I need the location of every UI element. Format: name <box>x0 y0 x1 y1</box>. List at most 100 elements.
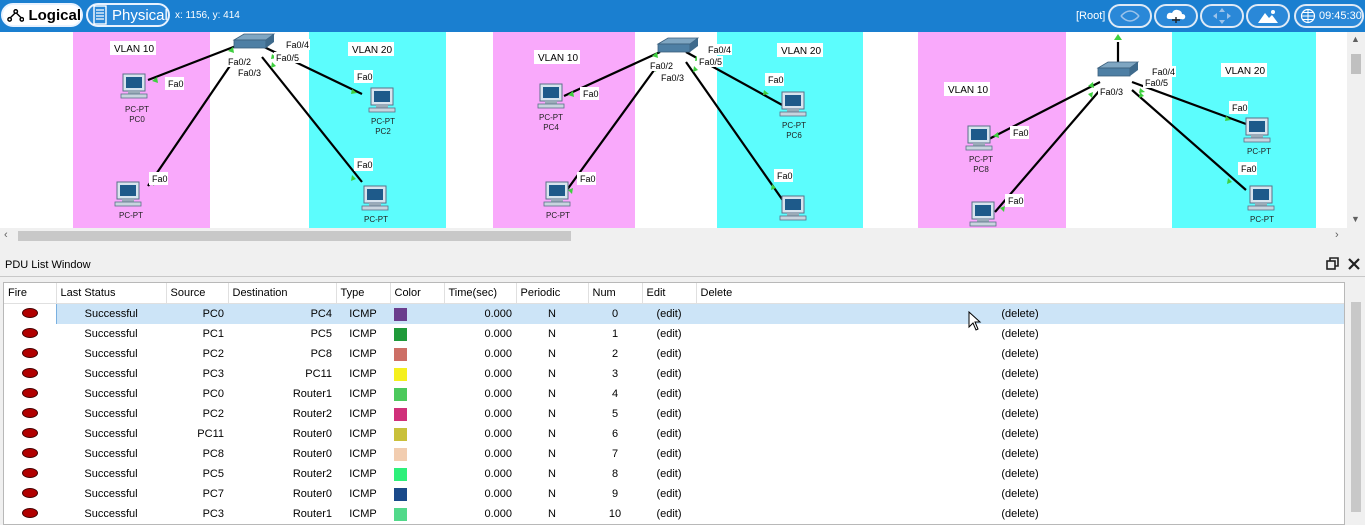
scroll-up-icon[interactable]: ▲ <box>1351 34 1360 44</box>
delete-link[interactable]: (delete) <box>696 384 1344 404</box>
fire-cell[interactable] <box>4 384 56 404</box>
edit-link[interactable]: (edit) <box>642 324 696 344</box>
edit-link[interactable]: (edit) <box>642 504 696 524</box>
column-header[interactable]: Delete <box>696 283 1344 304</box>
scroll-thumb[interactable] <box>1351 302 1361 512</box>
fire-cell[interactable] <box>4 424 56 444</box>
table-row[interactable]: Successful PC0 PC4 ICMP 0.000 N 0 (edit) (delete… <box>4 303 1344 324</box>
scroll-left-icon[interactable]: ‹ <box>4 229 8 241</box>
column-header[interactable]: Type <box>336 283 391 304</box>
tab-physical[interactable]: Physical <box>86 3 170 27</box>
fire-cell[interactable] <box>4 484 56 504</box>
table-row[interactable]: Successful PC1 PC5 ICMP 0.000 N 1 (edit) (delete… <box>4 324 1344 344</box>
delete-link[interactable]: (delete) <box>696 324 1344 344</box>
column-header[interactable]: Fire <box>4 283 57 304</box>
pc-icon[interactable] <box>779 91 807 117</box>
switch-icon[interactable] <box>657 37 699 53</box>
pc-icon[interactable] <box>969 201 997 227</box>
edit-link[interactable]: (edit) <box>642 444 696 464</box>
topology-canvas[interactable]: VLAN 10 VLAN 20 VLAN 10 VLAN 20 VLAN 10 … <box>0 32 1347 228</box>
column-header[interactable]: Destination <box>228 283 337 304</box>
fire-icon[interactable] <box>23 329 37 337</box>
delete-link[interactable]: (delete) <box>696 303 1344 324</box>
delete-link[interactable]: (delete) <box>696 364 1344 384</box>
edit-link[interactable]: (edit) <box>642 384 696 404</box>
table-row[interactable]: Successful PC7 Router0 ICMP 0.000 N 9 (edit) (de… <box>4 484 1344 504</box>
delete-link[interactable]: (delete) <box>696 404 1344 424</box>
fire-cell[interactable] <box>4 303 56 324</box>
column-header[interactable]: Last Status <box>56 283 167 304</box>
delete-link[interactable]: (delete) <box>696 344 1344 364</box>
logical-workspace[interactable]: VLAN 10 VLAN 20 VLAN 10 VLAN 20 VLAN 10 … <box>0 32 1347 228</box>
scroll-thumb[interactable] <box>18 231 571 241</box>
edit-link[interactable]: (edit) <box>642 464 696 484</box>
scroll-thumb[interactable] <box>1351 54 1361 74</box>
table-row[interactable]: Successful PC3 Router1 ICMP 0.000 N 10 (edit) (d… <box>4 504 1344 524</box>
delete-link[interactable]: (delete) <box>696 504 1344 524</box>
delete-link[interactable]: (delete) <box>696 444 1344 464</box>
fire-cell[interactable] <box>4 464 56 484</box>
switch-icon[interactable] <box>1097 61 1139 77</box>
pc-icon[interactable] <box>1247 185 1275 211</box>
close-icon[interactable] <box>1347 257 1361 274</box>
fire-icon[interactable] <box>23 449 37 457</box>
pc-icon[interactable] <box>361 185 389 211</box>
fire-icon[interactable] <box>23 409 37 417</box>
fire-icon[interactable] <box>23 469 37 477</box>
edit-link[interactable]: (edit) <box>642 364 696 384</box>
column-header[interactable]: Time(sec) <box>444 283 517 304</box>
edit-link[interactable]: (edit) <box>642 303 696 324</box>
table-row[interactable]: Successful PC0 Router1 ICMP 0.000 N 4 (edit) (de… <box>4 384 1344 404</box>
edit-link[interactable]: (edit) <box>642 404 696 424</box>
pc-icon[interactable] <box>965 125 993 151</box>
restore-icon[interactable] <box>1326 257 1340 274</box>
pc-icon[interactable] <box>114 181 142 207</box>
table-row[interactable]: Successful PC2 Router2 ICMP 0.000 N 5 (edit) (de… <box>4 404 1344 424</box>
fire-icon[interactable] <box>22 309 37 317</box>
scroll-right-icon[interactable]: › <box>1335 229 1339 241</box>
move-button[interactable] <box>1200 4 1244 28</box>
fire-cell[interactable] <box>4 344 56 364</box>
fire-cell[interactable] <box>4 404 56 424</box>
column-header[interactable]: Num <box>588 283 643 304</box>
fire-cell[interactable] <box>4 444 56 464</box>
delete-link[interactable]: (delete) <box>696 464 1344 484</box>
fire-icon[interactable] <box>23 509 37 517</box>
column-header[interactable]: Edit <box>642 283 697 304</box>
fire-icon[interactable] <box>23 349 37 357</box>
pc-icon[interactable] <box>120 73 148 99</box>
workspace-vertical-scrollbar[interactable]: ▲ ▼ <box>1347 32 1365 228</box>
pc-icon[interactable] <box>779 195 807 221</box>
column-header[interactable]: Periodic <box>516 283 589 304</box>
pc-icon[interactable] <box>1243 117 1271 143</box>
delete-link[interactable]: (delete) <box>696 424 1344 444</box>
clock-display[interactable]: 09:45:30 <box>1294 4 1364 28</box>
fire-icon[interactable] <box>23 369 37 377</box>
fire-icon[interactable] <box>23 429 37 437</box>
column-header[interactable]: Color <box>390 283 445 304</box>
table-row[interactable]: Successful PC5 Router2 ICMP 0.000 N 8 (edit) (de… <box>4 464 1344 484</box>
pdu-list-table[interactable]: Fire Last Status Source Destination Type Colo… <box>3 282 1345 525</box>
switch-icon[interactable] <box>233 33 275 49</box>
fire-icon[interactable] <box>23 489 37 497</box>
network-view-button[interactable] <box>1108 4 1152 28</box>
edit-link[interactable]: (edit) <box>642 424 696 444</box>
workspace-horizontal-scrollbar[interactable]: ‹ › <box>0 228 1347 244</box>
fire-cell[interactable] <box>4 504 56 524</box>
edit-link[interactable]: (edit) <box>642 344 696 364</box>
tab-logical[interactable]: Logical <box>1 3 83 27</box>
delete-link[interactable]: (delete) <box>696 484 1344 504</box>
fire-icon[interactable] <box>23 389 37 397</box>
root-label[interactable]: [Root] <box>1076 10 1105 22</box>
table-row[interactable]: Successful PC3 PC11 ICMP 0.000 N 3 (edit) (delet… <box>4 364 1344 384</box>
pdu-vertical-scrollbar[interactable] <box>1347 282 1365 525</box>
pc-icon[interactable] <box>368 87 396 113</box>
background-image-button[interactable] <box>1246 4 1290 28</box>
table-row[interactable]: Successful PC2 PC8 ICMP 0.000 N 2 (edit) (delete… <box>4 344 1344 364</box>
column-header[interactable]: Source <box>166 283 229 304</box>
table-row[interactable]: Successful PC8 Router0 ICMP 0.000 N 7 (edit) (de… <box>4 444 1344 464</box>
cloud-button[interactable] <box>1154 4 1198 28</box>
pc-icon[interactable] <box>537 83 565 109</box>
pc-icon[interactable] <box>543 181 571 207</box>
scroll-down-icon[interactable]: ▼ <box>1351 214 1360 224</box>
